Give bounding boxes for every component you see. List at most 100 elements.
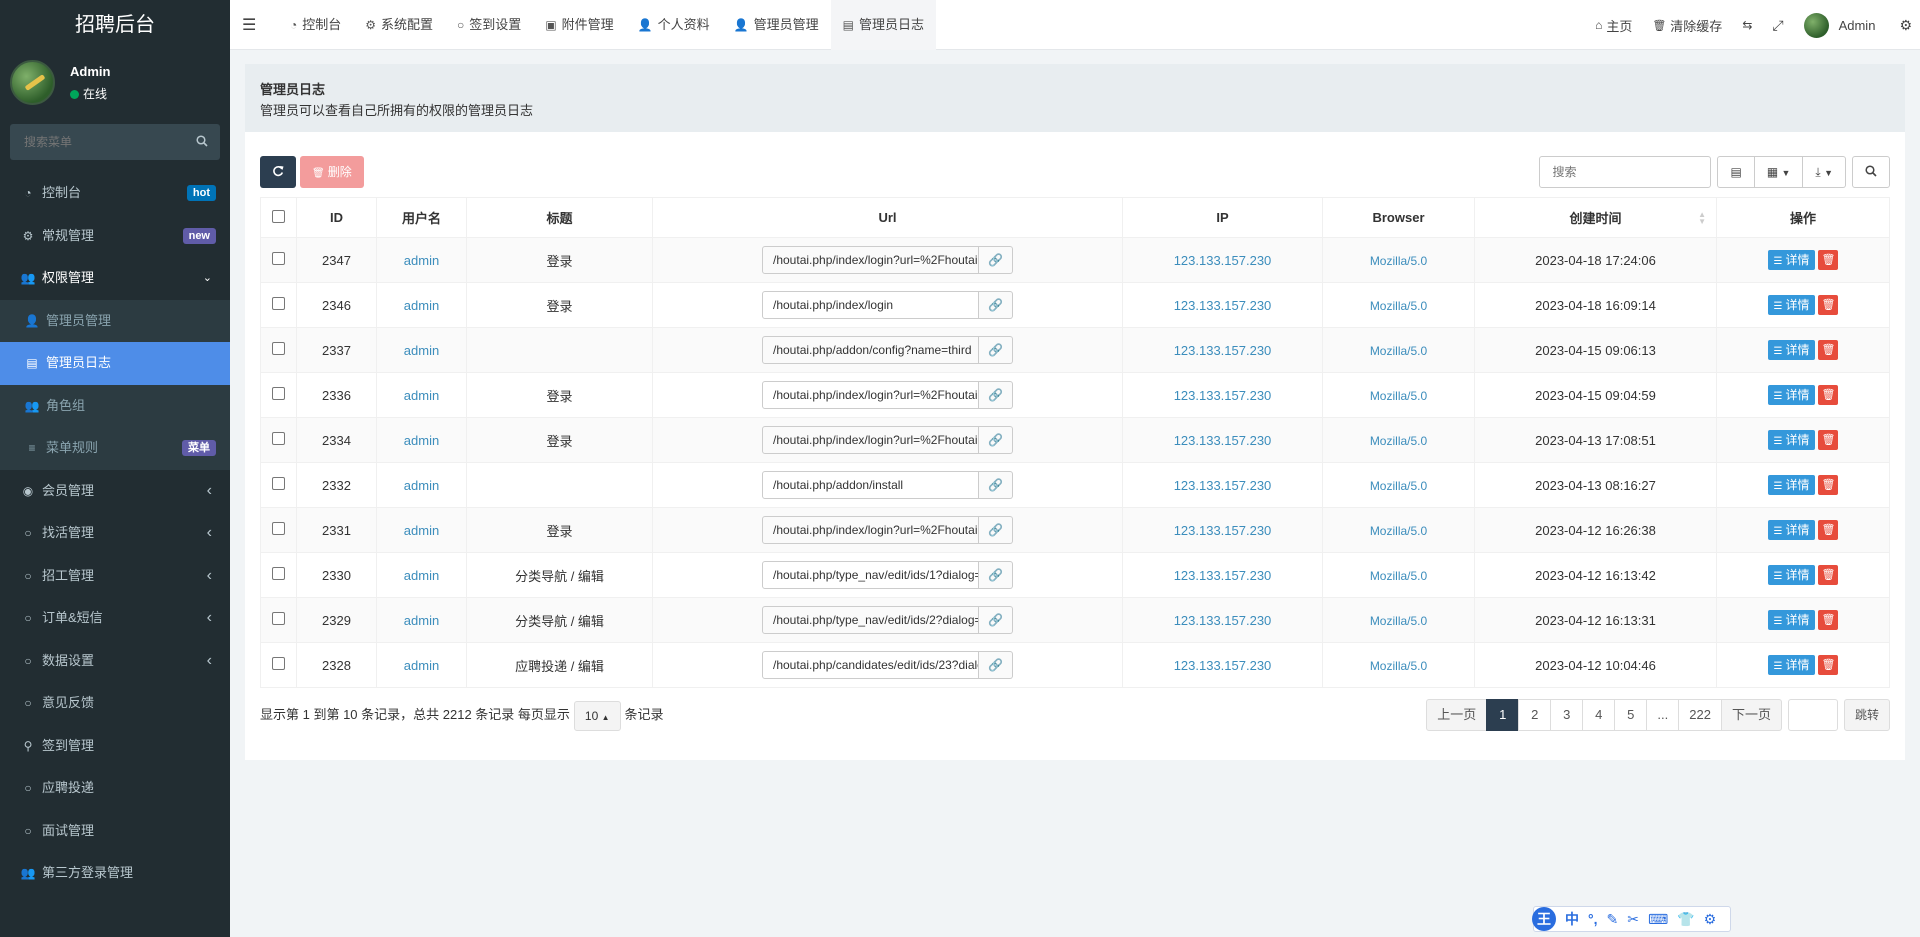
browser-link[interactable]: Mozilla/5.0 bbox=[1370, 479, 1427, 493]
ip-link[interactable]: 123.133.157.230 bbox=[1174, 568, 1272, 583]
row-delete-button[interactable]: 🗑 bbox=[1818, 295, 1839, 315]
sidebar-item[interactable]: ▤ 管理员日志 bbox=[0, 342, 230, 385]
row-checkbox[interactable] bbox=[272, 432, 285, 445]
ip-link[interactable]: 123.133.157.230 bbox=[1174, 343, 1272, 358]
language-icon[interactable]: ⇆ bbox=[1732, 18, 1762, 32]
row-checkbox[interactable] bbox=[272, 612, 285, 625]
username-link[interactable]: admin bbox=[404, 433, 439, 448]
sidebar-item[interactable]: ○ 应聘投递 bbox=[0, 767, 230, 810]
row-checkbox[interactable] bbox=[272, 657, 285, 670]
row-delete-button[interactable]: 🗑 bbox=[1818, 385, 1839, 405]
ip-link[interactable]: 123.133.157.230 bbox=[1174, 613, 1272, 628]
browser-link[interactable]: Mozilla/5.0 bbox=[1370, 659, 1427, 673]
row-delete-button[interactable]: 🗑 bbox=[1818, 655, 1839, 675]
ip-link[interactable]: 123.133.157.230 bbox=[1174, 388, 1272, 403]
row-checkbox[interactable] bbox=[272, 252, 285, 265]
nav-tab[interactable]: 👤 管理员管理 bbox=[722, 0, 831, 50]
settings-gear-icon[interactable]: ⚙ bbox=[1889, 17, 1920, 34]
nav-tab[interactable]: ◔ 控制台 bbox=[278, 0, 353, 50]
sidebar-item[interactable]: 👤 管理员管理 bbox=[0, 299, 230, 342]
settings-gear-icon[interactable]: ⚙ bbox=[1704, 911, 1717, 928]
row-delete-button[interactable]: 🗑 bbox=[1818, 610, 1839, 630]
sidebar-item[interactable]: 👥 角色组 bbox=[0, 384, 230, 427]
browser-link[interactable]: Mozilla/5.0 bbox=[1370, 614, 1427, 628]
ip-link[interactable]: 123.133.157.230 bbox=[1174, 433, 1272, 448]
col-created-time[interactable]: 创建时间 ▲ ▼ bbox=[1474, 197, 1717, 238]
page-button[interactable]: 4 bbox=[1582, 699, 1616, 731]
col-title[interactable]: 标题 bbox=[466, 197, 653, 238]
page-button[interactable]: 222 bbox=[1678, 699, 1722, 731]
menu-toggle-icon[interactable]: ☰ bbox=[242, 15, 256, 35]
username-link[interactable]: admin bbox=[404, 613, 439, 628]
username-link[interactable]: admin bbox=[404, 298, 439, 313]
export-button[interactable]: ⤓ ▼ bbox=[1803, 156, 1846, 188]
ime-lang-toggle[interactable]: 中 bbox=[1565, 909, 1579, 929]
advanced-search-button[interactable] bbox=[1852, 156, 1890, 188]
link-icon[interactable]: 🔗 bbox=[979, 246, 1013, 274]
refresh-button[interactable] bbox=[260, 156, 296, 188]
link-icon[interactable]: 🔗 bbox=[979, 381, 1013, 409]
col-id[interactable]: ID bbox=[296, 197, 377, 238]
nav-tab[interactable]: ▤ 管理员日志 bbox=[830, 0, 936, 50]
url-input[interactable]: /houtai.php/candidates/edit/ids/23?dialo… bbox=[762, 651, 979, 679]
page-button[interactable]: 1 bbox=[1486, 699, 1520, 731]
detail-button[interactable]: ☰ 详情 bbox=[1767, 385, 1816, 405]
sidebar-item[interactable]: ≡ 菜单规则 菜单 bbox=[0, 427, 230, 470]
col-url[interactable]: Url bbox=[652, 197, 1123, 238]
browser-link[interactable]: Mozilla/5.0 bbox=[1370, 434, 1427, 448]
link-icon[interactable]: 🔗 bbox=[979, 561, 1013, 589]
url-input[interactable]: /houtai.php/index/login?url=%2Fhoutai.ph… bbox=[762, 516, 979, 544]
row-checkbox[interactable] bbox=[272, 567, 285, 580]
row-checkbox[interactable] bbox=[272, 342, 285, 355]
ip-link[interactable]: 123.133.157.230 bbox=[1174, 658, 1272, 673]
ip-link[interactable]: 123.133.157.230 bbox=[1174, 253, 1272, 268]
prev-page-button[interactable]: 上一页 bbox=[1426, 699, 1488, 731]
col-username[interactable]: 用户名 bbox=[376, 197, 467, 238]
fullscreen-icon[interactable]: ⤢ bbox=[1762, 17, 1793, 34]
url-input[interactable]: /houtai.php/type_nav/edit/ids/2?dialog=1 bbox=[762, 606, 979, 634]
page-button[interactable]: 3 bbox=[1550, 699, 1584, 731]
link-icon[interactable]: 🔗 bbox=[979, 426, 1013, 454]
sidebar-item[interactable]: ○ 意见反馈 bbox=[0, 682, 230, 725]
ip-link[interactable]: 123.133.157.230 bbox=[1174, 298, 1272, 313]
sidebar-item[interactable]: 👥 权限管理 ⌄ bbox=[0, 257, 230, 300]
page-jump-button[interactable]: 跳转 bbox=[1843, 699, 1890, 731]
sidebar-item[interactable]: ◔ 控制台 hot bbox=[0, 172, 230, 215]
delete-button[interactable]: 🗑 删除 bbox=[300, 156, 364, 188]
sidebar-item[interactable]: ○ 面试管理 bbox=[0, 810, 230, 853]
page-jump-input[interactable] bbox=[1787, 699, 1838, 731]
url-input[interactable]: /houtai.php/index/login?url=%2Fhoutai.ph… bbox=[762, 381, 979, 409]
table-search-input[interactable] bbox=[1539, 156, 1712, 188]
row-delete-button[interactable]: 🗑 bbox=[1818, 565, 1839, 585]
sort-icon[interactable]: ▲ ▼ bbox=[1698, 211, 1706, 226]
url-input[interactable]: /houtai.php/addon/install bbox=[762, 471, 979, 499]
app-logo[interactable]: 招聘后台 bbox=[0, 0, 230, 50]
columns-button[interactable]: ▦ ▼ bbox=[1754, 156, 1804, 188]
sidebar-item[interactable]: ⚙ 常规管理 new bbox=[0, 215, 230, 258]
username-link[interactable]: admin bbox=[404, 478, 439, 493]
row-checkbox[interactable] bbox=[272, 477, 285, 490]
col-ip[interactable]: IP bbox=[1122, 197, 1323, 238]
browser-link[interactable]: Mozilla/5.0 bbox=[1370, 389, 1427, 403]
row-checkbox[interactable] bbox=[272, 297, 285, 310]
username-link[interactable]: admin bbox=[404, 658, 439, 673]
nav-tab[interactable]: ○ 签到设置 bbox=[445, 0, 533, 50]
detail-button[interactable]: ☰ 详情 bbox=[1767, 520, 1816, 540]
admin-menu[interactable]: Admin bbox=[1794, 12, 1890, 38]
browser-link[interactable]: Mozilla/5.0 bbox=[1370, 299, 1427, 313]
row-delete-button[interactable]: 🗑 bbox=[1818, 340, 1839, 360]
punctuation-icon[interactable]: °, bbox=[1588, 911, 1598, 927]
sidebar-item[interactable]: ◉ 会员管理 ‹ bbox=[0, 470, 230, 513]
url-input[interactable]: /houtai.php/index/login?url=%2Fhoutai.ph… bbox=[762, 426, 979, 454]
link-icon[interactable]: 🔗 bbox=[979, 516, 1013, 544]
row-checkbox[interactable] bbox=[272, 387, 285, 400]
next-page-button[interactable]: 下一页 bbox=[1720, 699, 1782, 731]
url-input[interactable]: /houtai.php/index/login bbox=[762, 291, 979, 319]
select-all-checkbox[interactable] bbox=[272, 209, 285, 223]
username-link[interactable]: admin bbox=[404, 343, 439, 358]
sidebar-item[interactable]: ○ 数据设置 ‹ bbox=[0, 640, 230, 683]
browser-link[interactable]: Mozilla/5.0 bbox=[1370, 569, 1427, 583]
row-delete-button[interactable]: 🗑 bbox=[1818, 520, 1839, 540]
row-delete-button[interactable]: 🗑 bbox=[1818, 430, 1839, 450]
page-button[interactable]: 5 bbox=[1614, 699, 1648, 731]
